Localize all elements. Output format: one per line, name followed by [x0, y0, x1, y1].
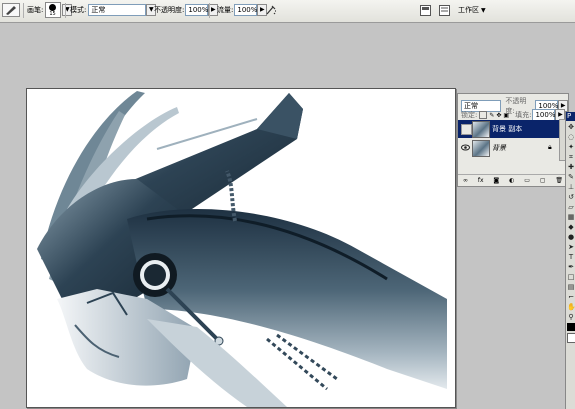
- brush-dot-icon: [49, 4, 57, 11]
- lock-all-icon[interactable]: ▣: [503, 112, 509, 119]
- workspace-arrow-icon: ▼: [481, 6, 486, 14]
- flow-value: 100%: [237, 6, 258, 14]
- zoom-tool-icon[interactable]: ⚲: [567, 313, 575, 321]
- brush-picker[interactable]: 15: [45, 2, 62, 18]
- magic-wand-icon[interactable]: ✦: [567, 143, 575, 151]
- flow-input[interactable]: 100%: [234, 4, 257, 16]
- options-bar: 画笔: 15 ▼ 模式: 正常 ▼ 不透明度: 100% ▶ 流量: 100% …: [0, 0, 575, 23]
- eraser-tool-icon[interactable]: ▱: [567, 203, 575, 211]
- link-icon[interactable]: ∞: [463, 177, 468, 184]
- document-canvas[interactable]: [26, 88, 456, 408]
- eyedropper-icon[interactable]: ⌐: [567, 293, 575, 301]
- opacity-label: 不透明度:: [154, 6, 185, 14]
- healing-brush-icon[interactable]: ✚: [567, 163, 575, 171]
- layers-footer: ∞ fx ◙ ◐ ▭ ▢ 🗑︎: [458, 174, 568, 186]
- palette-well-button[interactable]: [420, 3, 431, 17]
- group-icon[interactable]: ▭: [524, 177, 530, 184]
- fx-icon[interactable]: fx: [478, 177, 484, 184]
- layer-thumbnail: [472, 121, 490, 138]
- new-layer-icon[interactable]: ▢: [540, 177, 546, 184]
- fill-value: 100%: [535, 111, 556, 119]
- palette-icon: [439, 4, 450, 16]
- toolbox: P ✥ ◌ ✦ ⌗ ✚ ✎ ⊥ ↺ ▱ ▦ ◆ ● ➤ T ✒ □ ▤ ⌐ ✋ …: [565, 112, 575, 409]
- background-color-swatch[interactable]: [567, 333, 575, 343]
- adjustment-icon[interactable]: ◐: [509, 177, 514, 184]
- layer-row-background-copy[interactable]: 背景 副本: [458, 120, 568, 138]
- lasso-tool-icon[interactable]: ◌: [567, 133, 575, 141]
- crop-tool-icon[interactable]: ⌗: [567, 153, 575, 161]
- layer-name: 背景 副本: [492, 125, 523, 133]
- brush-label: 画笔:: [27, 6, 44, 14]
- lock-image-icon[interactable]: ✎: [489, 112, 494, 119]
- shape-tool-icon[interactable]: □: [567, 273, 575, 281]
- pen-tool-icon[interactable]: ✒: [567, 263, 575, 271]
- flow-label: 流量:: [217, 6, 234, 14]
- blur-tool-icon[interactable]: ◆: [567, 223, 575, 231]
- mask-icon[interactable]: ◙: [493, 177, 499, 184]
- tool-preset-picker[interactable]: [2, 3, 20, 17]
- notes-tool-icon[interactable]: ▤: [567, 283, 575, 291]
- clone-stamp-icon[interactable]: ⊥: [567, 183, 575, 191]
- layer-thumbnail: [472, 140, 490, 157]
- artwork-image: [27, 89, 455, 407]
- eye-icon[interactable]: [461, 143, 470, 152]
- file-browser-icon: [420, 4, 431, 16]
- lock-label: 锁定:: [461, 111, 478, 119]
- airbrush-icon: [266, 5, 276, 15]
- gradient-tool-icon[interactable]: ▦: [567, 213, 575, 221]
- opacity-value: 100%: [188, 6, 209, 14]
- brush-size: 15: [49, 11, 56, 17]
- opacity-input[interactable]: 100%: [185, 4, 208, 16]
- lock-transparency-icon[interactable]: [479, 111, 488, 119]
- toolbox-header: P: [566, 112, 575, 121]
- path-select-icon[interactable]: ➤: [567, 243, 575, 251]
- palette-dock-button[interactable]: [439, 3, 450, 17]
- mode-select[interactable]: 正常: [88, 4, 147, 16]
- lock-position-icon[interactable]: ✥: [496, 112, 501, 119]
- layer-lock-icon: 🔒︎: [548, 143, 552, 151]
- dodge-tool-icon[interactable]: ●: [567, 233, 575, 241]
- layer-row-background[interactable]: 背景 🔒︎: [458, 139, 568, 157]
- fill-label: 填充:: [515, 111, 532, 119]
- type-tool-icon[interactable]: T: [567, 253, 575, 261]
- foreground-color-swatch[interactable]: [567, 323, 575, 331]
- brush-tool-icon: [2, 3, 20, 17]
- workspace-label: 工作区: [458, 6, 479, 14]
- move-tool-icon[interactable]: ✥: [567, 123, 575, 131]
- hand-tool-icon[interactable]: ✋: [567, 303, 575, 311]
- trash-icon[interactable]: 🗑︎: [555, 177, 563, 184]
- mode-value: 正常: [91, 6, 106, 14]
- layer-name: 背景: [492, 144, 506, 152]
- brush-tool-icon[interactable]: ✎: [567, 173, 575, 181]
- mode-label: 模式:: [70, 6, 87, 14]
- workspace: 正常 不透明度: 100% ▶ 锁定: ✎ ✥ ▣ 填充: 100% ▶ 背景 …: [0, 23, 575, 409]
- airbrush-button[interactable]: [265, 3, 277, 17]
- workspace-menu[interactable]: 工作区 ▼: [458, 3, 486, 17]
- visibility-toggle-empty-icon[interactable]: [461, 124, 472, 135]
- layers-panel: 正常 不透明度: 100% ▶ 锁定: ✎ ✥ ▣ 填充: 100% ▶ 背景 …: [457, 93, 569, 187]
- history-brush-icon[interactable]: ↺: [567, 193, 575, 201]
